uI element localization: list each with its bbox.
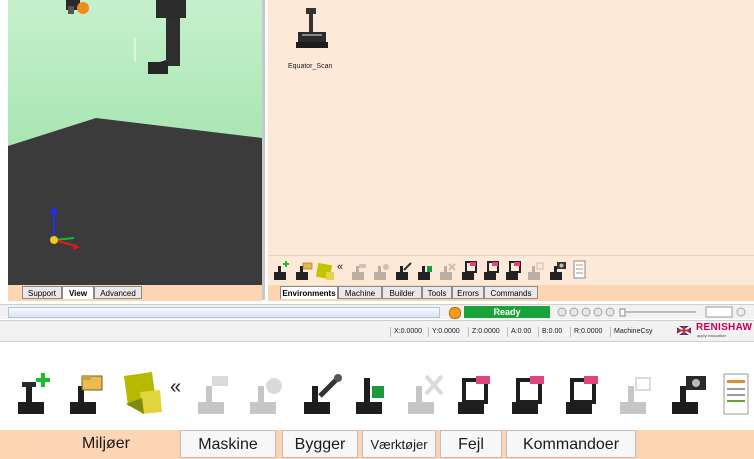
- panel-tabs-large: Miljøer Maskine Bygger Værktøjer Fejl Ko…: [0, 430, 754, 459]
- tab-vaerktoejer[interactable]: Værktøjer: [362, 430, 436, 458]
- large-toolbar-icons: «: [18, 372, 749, 415]
- machine-delete-disabled-icon: [408, 374, 444, 414]
- machine-builder-icon: [458, 376, 490, 414]
- machine-check-disabled-icon: [250, 378, 282, 414]
- machine-builder-icon: [462, 261, 477, 280]
- coord-y: Y:0.0000: [428, 327, 460, 337]
- splitter[interactable]: [262, 0, 265, 300]
- coord-z: Z:0.0000: [468, 327, 500, 337]
- floor-plane: [8, 118, 262, 285]
- collapse-icon: «: [170, 376, 181, 398]
- machine-disabled-icon: [352, 264, 366, 280]
- machine-probe-icon: [418, 266, 432, 280]
- machine-disabled-icon: [198, 376, 228, 414]
- status-indicator-icon: [449, 307, 461, 319]
- tab-errors[interactable]: Errors: [452, 286, 484, 299]
- viewport-tabs: Support View Advanced: [8, 285, 262, 301]
- panel-tabs: Environments Machine Builder Tools Error…: [268, 285, 754, 301]
- environment-toolbar-small: «: [268, 255, 754, 286]
- tab-machine[interactable]: Machine: [338, 286, 382, 299]
- machine-builder-2-icon: [484, 261, 499, 280]
- coord-x: X:0.0000: [390, 327, 422, 337]
- machine-check-disabled-icon: [374, 264, 389, 280]
- environment-settings-icon: [124, 372, 162, 414]
- environments-panel: Equator_Scan: [268, 0, 754, 255]
- machine-probe-icon: [356, 378, 384, 414]
- environment-item[interactable]: Equator_Scan: [288, 6, 338, 76]
- collapse-icon: «: [337, 261, 343, 273]
- machine-tools-icon: [304, 374, 342, 414]
- machine-copy-disabled-icon: [528, 262, 544, 280]
- machine-builder-2-icon: [512, 376, 544, 414]
- tab-environments[interactable]: Environments: [280, 286, 338, 299]
- machine-copy-disabled-icon: [620, 377, 651, 414]
- environment-toolbar-large: «: [0, 360, 754, 430]
- environment-item-label: Equator_Scan: [288, 63, 333, 70]
- add-environment-icon: [274, 261, 289, 280]
- uk-flag-icon[interactable]: [677, 326, 691, 335]
- tab-builder[interactable]: Builder: [382, 286, 422, 299]
- report-icon: [573, 260, 586, 279]
- tab-fejl[interactable]: Fejl: [440, 430, 502, 458]
- coordinate-bar: X:0.0000 Y:0.0000 Z:0.0000 A:0.00 B:0.00…: [0, 320, 754, 342]
- open-environment-icon: [70, 375, 103, 414]
- tab-tools[interactable]: Tools: [422, 286, 452, 299]
- status-bar: Ready: [0, 304, 754, 319]
- tab-maskine[interactable]: Maskine: [180, 430, 276, 458]
- tab-view[interactable]: View: [62, 286, 94, 299]
- environment-settings-icon: [315, 262, 334, 280]
- renishaw-logo: RENISHAW: [696, 322, 753, 333]
- coord-r: R:0.0000: [570, 327, 602, 337]
- coord-b: B:0.00: [538, 327, 562, 337]
- renishaw-tagline: apply innovation: [697, 333, 726, 338]
- coord-a: A:0.00: [507, 327, 531, 337]
- machine-delete-disabled-icon: [440, 263, 456, 280]
- tab-advanced[interactable]: Advanced: [94, 286, 142, 299]
- tab-bygger[interactable]: Bygger: [282, 430, 358, 458]
- machine-builder-3-icon: [566, 376, 598, 414]
- 3d-viewport[interactable]: [8, 0, 262, 285]
- speed-slider[interactable]: [556, 306, 746, 318]
- machine-tools-icon: [396, 262, 412, 280]
- add-environment-icon: [18, 373, 50, 414]
- camera-icon: [550, 262, 566, 280]
- report-icon: [723, 373, 749, 415]
- tab-kommandoer[interactable]: Kommandoer: [506, 430, 636, 458]
- tab-support[interactable]: Support: [22, 286, 62, 299]
- open-environment-icon: [296, 262, 313, 280]
- camera-icon: [672, 376, 706, 414]
- tab-commands[interactable]: Commands: [484, 286, 538, 299]
- coordinate-system: MachineCsy: [610, 327, 653, 337]
- status-ready: Ready: [464, 306, 550, 318]
- progress-bar: [8, 307, 440, 318]
- tab-miljoer[interactable]: Miljøer: [36, 430, 176, 458]
- equator-machine-icon: [296, 8, 328, 48]
- viewport-scene: [8, 0, 262, 285]
- machine-builder-3-icon: [506, 261, 521, 280]
- small-toolbar-icons: «: [274, 260, 586, 280]
